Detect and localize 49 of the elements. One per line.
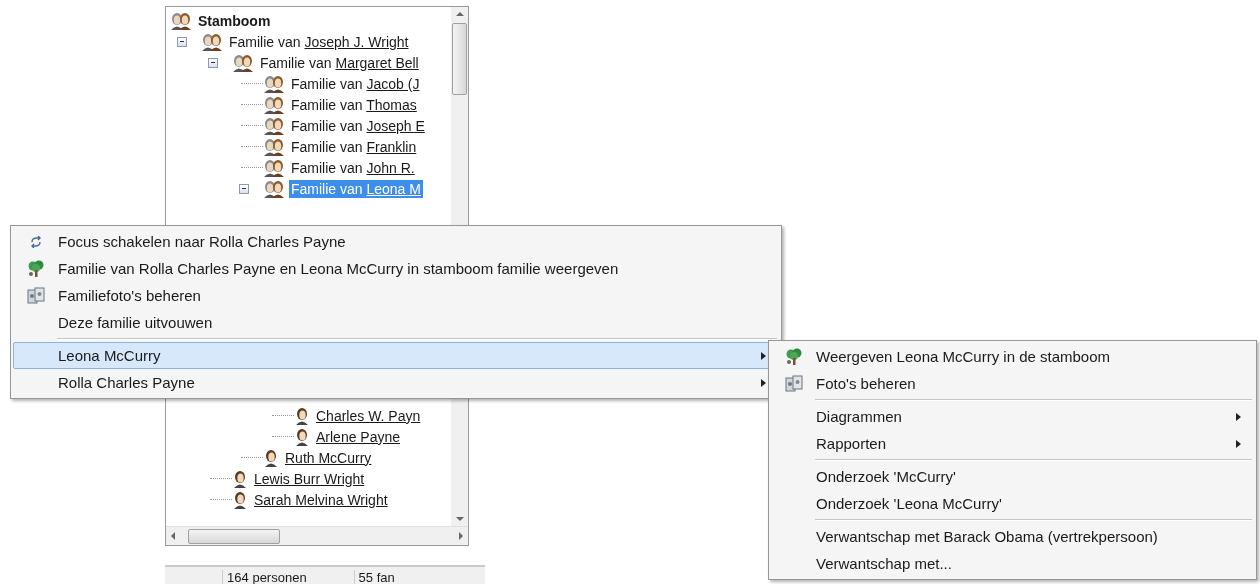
collapse-box-icon[interactable] — [208, 57, 218, 68]
family-icon — [263, 179, 285, 198]
person-icon — [294, 427, 310, 446]
horizontal-scrollbar[interactable] — [166, 526, 468, 545]
tree-item[interactable]: Sarah Melvina Wright — [252, 490, 390, 509]
tree-item[interactable]: Familie van Jacob (J — [289, 74, 422, 93]
menu-item[interactable]: Familie van Rolla Charles Payne en Leona McCurry in stamboom familie weergeven — [13, 255, 779, 282]
tree-icon — [27, 259, 45, 278]
family-icon — [170, 11, 192, 30]
menu-item[interactable]: Verwantschap met Barack Obama (vertrekpersoon) — [771, 523, 1254, 550]
menu-item[interactable]: Diagrammen — [771, 403, 1254, 430]
photo-album-icon — [27, 286, 45, 305]
collapse-box-icon[interactable] — [239, 183, 249, 194]
tree-item[interactable]: Familie van Franklin — [289, 137, 419, 156]
tree-item[interactable]: Stamboom — [196, 11, 273, 30]
menu-item[interactable]: Familiefoto's beheren — [13, 282, 779, 309]
collapse-box-icon[interactable] — [177, 36, 187, 47]
family-icon — [201, 32, 223, 51]
tree-item[interactable]: Arlene Payne — [314, 427, 403, 446]
person-icon — [232, 469, 248, 488]
tree-icon — [785, 347, 803, 366]
tree-item[interactable]: Familie van Joseph J. Wright — [227, 32, 411, 51]
family-icon — [263, 116, 285, 135]
person-icon — [232, 490, 248, 509]
tree-item[interactable]: Familie van Thomas — [289, 95, 419, 114]
menu-item[interactable]: Verwantschap met... — [771, 550, 1254, 577]
status-text: 164 personen — [222, 569, 354, 584]
family-icon — [232, 53, 254, 72]
person-icon — [294, 406, 310, 425]
menu-item[interactable]: Onderzoek 'Leona McCurry' — [771, 490, 1254, 517]
menu-item[interactable]: Rapporten — [771, 430, 1254, 457]
tree-item[interactable]: Lewis Burr Wright — [252, 469, 367, 488]
tree-item[interactable]: Familie van Joseph E — [289, 116, 427, 135]
person-icon — [263, 448, 279, 467]
tree-item[interactable]: Familie van John R. — [289, 158, 417, 177]
menu-item[interactable]: Onderzoek 'McCurry' — [771, 463, 1254, 490]
family-icon — [263, 95, 285, 114]
photo-album-icon — [785, 374, 803, 393]
menu-item[interactable]: Foto's beheren — [771, 370, 1254, 397]
family-icon — [263, 137, 285, 156]
menu-item[interactable]: Focus schakelen naar Rolla Charles Payne — [13, 228, 779, 255]
tree-item[interactable]: Familie van Margaret Bell — [258, 53, 421, 72]
menu-item[interactable]: Deze familie uitvouwen — [13, 309, 779, 336]
status-text: 55 fan — [353, 569, 485, 584]
tree-item[interactable]: Ruth McCurry — [283, 448, 374, 467]
family-icon — [263, 158, 285, 177]
tree-item[interactable]: Charles W. Payn — [314, 406, 423, 425]
switch-arrows-icon — [29, 235, 43, 248]
family-icon — [263, 74, 285, 93]
